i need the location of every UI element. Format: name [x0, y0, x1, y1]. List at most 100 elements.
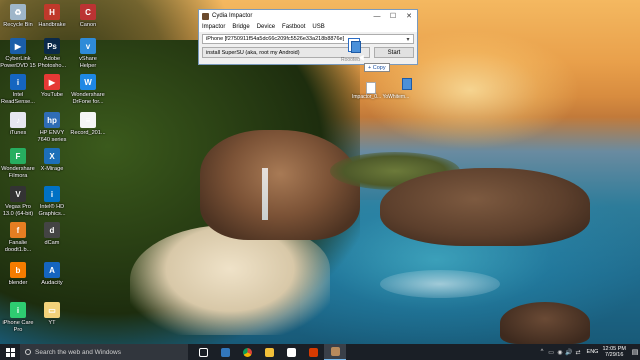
desktop-icon-label: Intel® HD Graphics...: [38, 204, 66, 217]
taskbar: Search the web and Windows ^ ▭ ◉ 🔊 ⇄ ENG…: [0, 344, 640, 360]
taskbar-office-button[interactable]: [302, 344, 324, 360]
desktop-icon[interactable]: ▶ YouTube: [34, 74, 70, 99]
desktop-icon[interactable]: X X-Mirage: [34, 148, 70, 173]
app-icon: X: [44, 148, 60, 164]
desktop-icon-label: Recycle Bin: [3, 22, 33, 28]
desktop-icon[interactable]: f Fanalie doodt1.b...: [0, 222, 36, 253]
dragged-file-icon[interactable]: [348, 38, 362, 54]
app-icon: i: [44, 186, 60, 202]
taskbar-explorer-button[interactable]: [258, 344, 280, 360]
wave-foam: [380, 270, 500, 298]
desktop-icon[interactable]: V Vegas Pro 13.0 (64-bit): [0, 186, 36, 217]
menu-device[interactable]: Device: [257, 24, 275, 30]
maximize-button[interactable]: ☐: [385, 10, 401, 22]
window-titlebar[interactable]: Cydia Impactor — ☐ ✕: [199, 10, 417, 22]
system-tray: ^ ▭ ◉ 🔊 ⇄ ENG 12:05 PM 7/29/16 ▤: [538, 344, 640, 360]
desktop-icon-label: Vegas Pro 13.0 (64-bit): [2, 204, 34, 217]
search-icon: [25, 349, 31, 355]
network-icon[interactable]: ◉: [556, 344, 565, 360]
close-button[interactable]: ✕: [401, 10, 417, 22]
desktop-icon[interactable]: i Intel® HD Graphics...: [34, 186, 70, 217]
desktop-icon-label: YT: [48, 320, 56, 326]
desktop-icon-label: X-Mirage: [40, 166, 64, 172]
desktop-icon-label: Adobe Photosho...: [37, 56, 67, 69]
app-icon: b: [10, 262, 26, 278]
desktop-icon-label: Wondershare DrFone for...: [71, 92, 105, 105]
desktop-icon[interactable]: b blender: [0, 262, 36, 287]
desktop-icon[interactable]: v vShare Helper: [70, 38, 106, 69]
desktop-files[interactable]: Impactor_0... YoWhitem...: [352, 78, 424, 104]
desktop-icon-label: Canon: [79, 22, 97, 28]
tray-overflow-icon[interactable]: ^: [538, 344, 547, 360]
app-icon: hp: [44, 112, 60, 128]
menu-usb[interactable]: USB: [312, 24, 324, 30]
desktop-icon-label: CyberLink PowerDVD 15: [0, 56, 36, 69]
desktop-wallpaper: ♻ Recycle Bin H Handbrake C Canon ▶ CyberLink P…: [0, 0, 640, 344]
minimize-button[interactable]: —: [369, 10, 385, 22]
desktop-icon[interactable]: ▭ YT: [34, 302, 70, 327]
waterfall: [262, 168, 268, 220]
desktop-icon[interactable]: H Handbrake: [34, 4, 70, 29]
app-icon: i: [10, 302, 26, 318]
start-button[interactable]: Start: [374, 47, 414, 58]
desktop-icon[interactable]: ♪ iTunes: [0, 112, 36, 137]
desktop-icon[interactable]: Ps Adobe Photosho...: [34, 38, 70, 69]
taskbar-task-view-button[interactable]: [192, 344, 214, 360]
edge-icon: [220, 347, 230, 357]
desktop-files-label: Impactor_0... YoWhitem...: [352, 94, 410, 100]
taskbar-store-button[interactable]: [280, 344, 302, 360]
notifications-icon[interactable]: ▤: [630, 344, 640, 360]
app-icon: v: [80, 38, 96, 54]
language-indicator[interactable]: ENG: [587, 349, 599, 355]
desktop-icon-label: iPhone Care Pro: [2, 320, 34, 333]
search-placeholder: Search the web and Windows: [35, 348, 121, 356]
cydia-impactor-window[interactable]: Cydia Impactor — ☐ ✕ Impactor Bridge Dev…: [198, 9, 418, 65]
clock[interactable]: 12:05 PM 7/29/16: [602, 346, 626, 359]
desktop-icon[interactable]: A Audacity: [34, 262, 70, 287]
taskbar-apps: [192, 344, 346, 360]
battery-icon[interactable]: ▭: [547, 344, 556, 360]
desktop-icon-label: dCam: [44, 240, 60, 246]
desktop-icon[interactable]: ▶ CyberLink PowerDVD 15: [0, 38, 36, 69]
app-icon: Ps: [44, 38, 60, 54]
desktop-icon[interactable]: F Wondershare Filmora: [0, 148, 36, 179]
app-icon: d: [44, 222, 60, 238]
volume-icon[interactable]: 🔊: [565, 344, 574, 360]
desktop-icon-label: Audacity: [41, 280, 63, 286]
chevron-down-icon[interactable]: ▾: [403, 36, 413, 43]
copy-tooltip: + Copy: [364, 63, 390, 72]
file-icon[interactable]: [366, 82, 376, 94]
desktop-icon[interactable]: i iPhone Care Pro: [0, 302, 36, 333]
desktop-icon[interactable]: ♻ Recycle Bin: [0, 4, 36, 29]
start-button[interactable]: [0, 344, 20, 360]
task-view-icon: [198, 347, 208, 357]
chrome-icon: [242, 347, 252, 357]
desktop-icon[interactable]: hp HP ENVY 7640 series: [34, 112, 70, 143]
desktop-icon[interactable]: ≡ Record_201...: [70, 112, 106, 137]
menu-fastboot[interactable]: Fastboot: [282, 24, 305, 30]
taskbar-impactor-button[interactable]: [324, 344, 346, 360]
desktop-icon[interactable]: i Intel ReadSense...: [0, 74, 36, 105]
taskbar-chrome-button[interactable]: [236, 344, 258, 360]
action-row: install SuperSU (aka, root my Android) S…: [202, 47, 414, 58]
desktop-icon-label: Wondershare Filmora: [1, 166, 35, 179]
search-box[interactable]: Search the web and Windows: [20, 344, 188, 360]
cydia-app-icon: [202, 12, 209, 20]
app-icon: H: [44, 4, 60, 20]
file-icon[interactable]: [402, 78, 412, 90]
app-icon: F: [10, 148, 26, 164]
desktop-icon-label: HP ENVY 7640 series: [37, 130, 67, 143]
taskbar-edge-button[interactable]: [214, 344, 236, 360]
desktop-icon[interactable]: C Canon: [70, 4, 106, 29]
desktop-icon-label: iTunes: [9, 130, 27, 136]
app-icon: W: [80, 74, 96, 90]
desktop-icon[interactable]: d dCam: [34, 222, 70, 247]
menu-impactor[interactable]: Impactor: [202, 24, 225, 30]
menu-bridge[interactable]: Bridge: [232, 24, 249, 30]
sync-icon[interactable]: ⇄: [574, 344, 583, 360]
desktop-icon-label: Record_201...: [70, 130, 106, 136]
desktop-icon[interactable]: W Wondershare DrFone for...: [70, 74, 106, 105]
device-select[interactable]: iPhone [f2750911f54a5dc66c209fc5526e33a2…: [202, 34, 414, 44]
desktop-icon-label: blender: [8, 280, 28, 286]
explorer-icon: [264, 347, 274, 357]
